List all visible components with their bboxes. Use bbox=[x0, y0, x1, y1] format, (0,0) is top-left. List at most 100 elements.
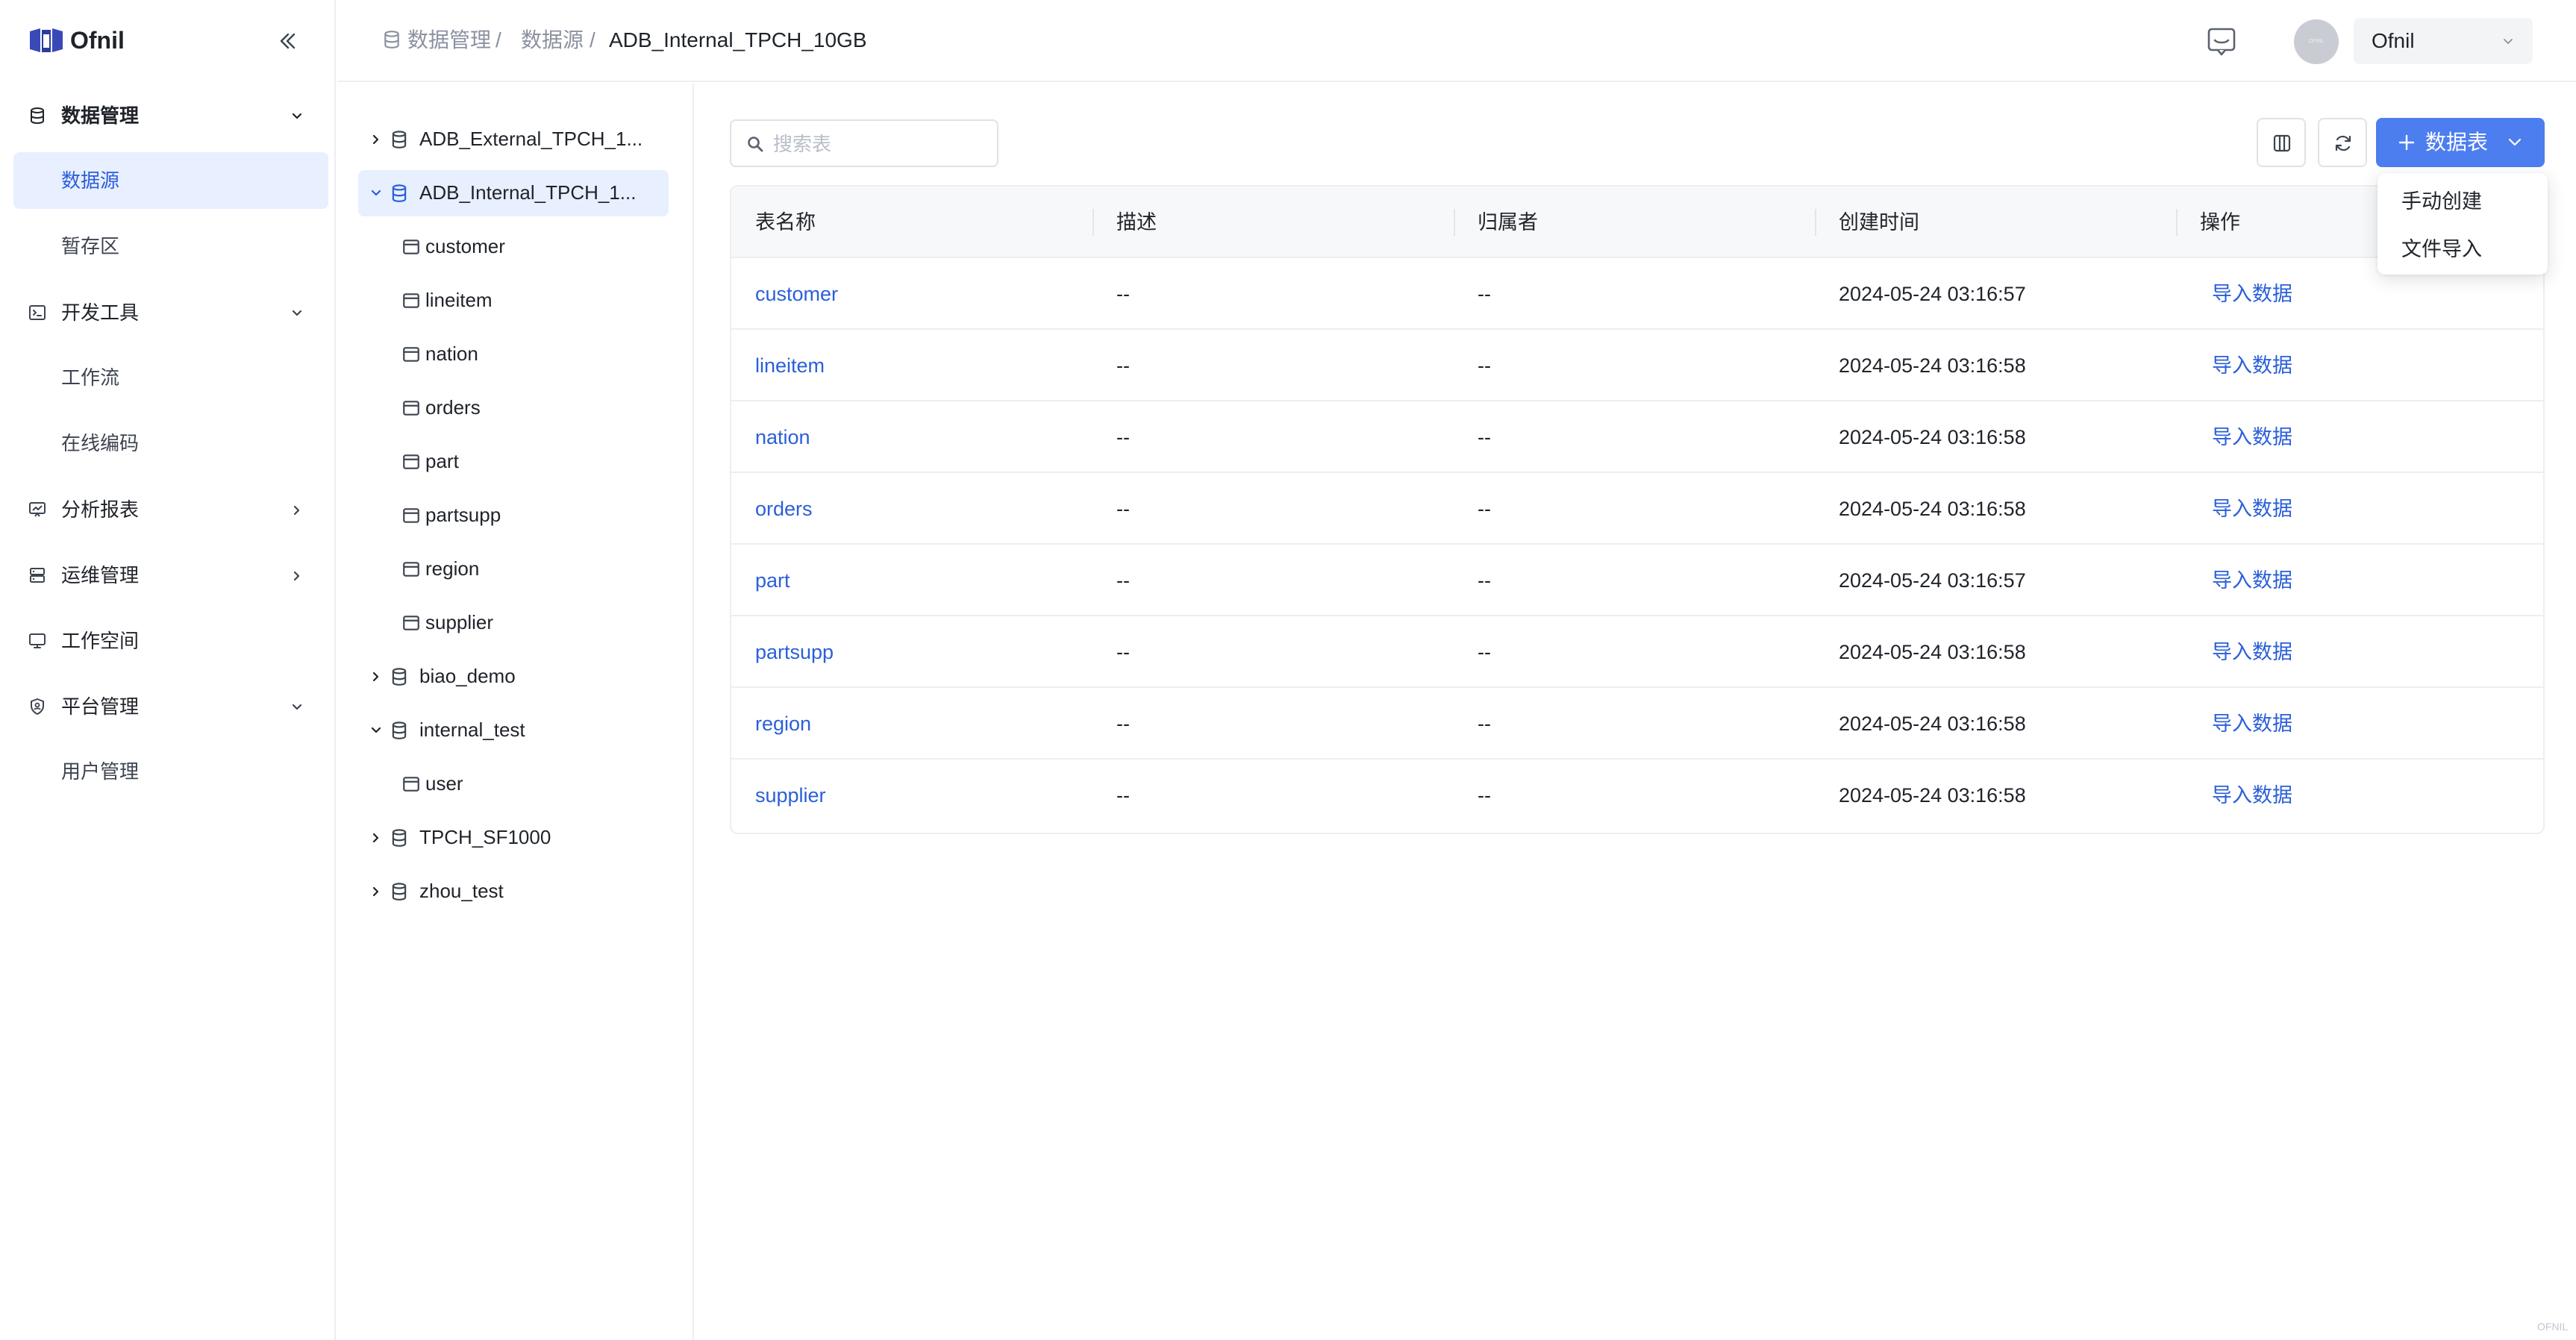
sidebar-item-staging[interactable]: 暂存区 bbox=[0, 213, 334, 279]
add-table-button[interactable]: 数据表 bbox=[2376, 118, 2545, 167]
import-data-link[interactable]: 导入数据 bbox=[2212, 639, 2292, 666]
ofnil-logo-icon bbox=[30, 28, 63, 52]
search-box[interactable] bbox=[730, 119, 998, 167]
tree-node-table[interactable]: supplier bbox=[358, 600, 672, 646]
columns-icon bbox=[2273, 134, 2291, 152]
database-icon bbox=[392, 668, 407, 686]
chevron-down-icon bbox=[292, 310, 302, 316]
tree-node-database[interactable]: biao_demo bbox=[358, 654, 672, 700]
table-icon bbox=[403, 347, 419, 362]
tree-node-table[interactable]: orders bbox=[358, 385, 672, 431]
tree-node-table[interactable]: region bbox=[358, 546, 672, 592]
top-header: 数据管理 / 数据源 / ADB_Internal_TPCH_10GB OFNI… bbox=[337, 0, 2576, 82]
menu-item-manual-create[interactable]: 手动创建 bbox=[2378, 179, 2548, 224]
sidebar-group-label: 工作空间 bbox=[61, 630, 140, 652]
cell-table-name[interactable]: supplier bbox=[755, 782, 826, 809]
tree-node-table[interactable]: nation bbox=[358, 331, 672, 378]
cell-description: -- bbox=[1116, 713, 1130, 735]
sidebar-item-datasource[interactable]: 数据源 bbox=[0, 148, 334, 213]
cell-description: -- bbox=[1116, 426, 1130, 448]
cell-table-name[interactable]: region bbox=[755, 710, 811, 737]
sidebar-group-platform[interactable]: 平台管理 bbox=[0, 673, 334, 739]
column-header-created: 创建时间 bbox=[1839, 211, 1919, 234]
sidebar-item-user-management[interactable]: 用户管理 bbox=[0, 739, 334, 804]
import-data-link[interactable]: 导入数据 bbox=[2212, 567, 2292, 594]
tree-node-table[interactable]: partsupp bbox=[358, 492, 672, 539]
import-data-link[interactable]: 导入数据 bbox=[2212, 424, 2292, 451]
chevron-right-icon[interactable] bbox=[369, 132, 384, 147]
chevron-down-icon[interactable] bbox=[369, 723, 384, 738]
chevron-right-icon bbox=[293, 571, 300, 581]
cell-description: -- bbox=[1116, 498, 1130, 520]
sidebar-menu: 数据管理 数据源 暂存区 开发工具 工作流 在线编码 分析报表 运维管理 工作空… bbox=[0, 82, 334, 804]
sidebar-group-ops[interactable]: 运维管理 bbox=[0, 542, 334, 607]
chevron-right-icon[interactable] bbox=[369, 669, 384, 684]
tree-node-database[interactable]: TPCH_SF1000 bbox=[358, 815, 672, 861]
table-row: customer -- -- 2024-05-24 03:16:57 导入数据 bbox=[731, 258, 2543, 330]
import-data-link[interactable]: 导入数据 bbox=[2212, 495, 2292, 522]
tree-node-label: TPCH_SF1000 bbox=[419, 826, 551, 848]
chevron-down-icon[interactable] bbox=[369, 186, 384, 201]
import-data-link[interactable]: 导入数据 bbox=[2212, 352, 2292, 379]
import-data-link[interactable]: 导入数据 bbox=[2212, 782, 2292, 809]
sidebar-item-label: 在线编码 bbox=[61, 432, 140, 454]
chevron-down-icon bbox=[2508, 138, 2522, 146]
tree-node-table[interactable]: lineitem bbox=[358, 278, 672, 324]
cell-table-name[interactable]: lineitem bbox=[755, 352, 825, 379]
sidebar-group-reports[interactable]: 分析报表 bbox=[0, 476, 334, 542]
cell-table-name[interactable]: partsupp bbox=[755, 639, 834, 666]
terminal-icon bbox=[29, 305, 46, 320]
user-dropdown[interactable]: Ofnil bbox=[2354, 18, 2533, 64]
sidebar-item-label: 用户管理 bbox=[61, 760, 140, 783]
sidebar-item-workflow[interactable]: 工作流 bbox=[0, 345, 334, 410]
cell-table-name[interactable]: orders bbox=[755, 495, 813, 522]
breadcrumb-separator: / bbox=[495, 28, 501, 51]
sidebar-item-online-coding[interactable]: 在线编码 bbox=[0, 410, 334, 476]
import-data-link[interactable]: 导入数据 bbox=[2212, 281, 2292, 307]
sidebar-group-workspace[interactable]: 工作空间 bbox=[0, 607, 334, 673]
search-input[interactable] bbox=[772, 130, 988, 158]
breadcrumb-data-management[interactable]: 数据管理 bbox=[407, 27, 491, 54]
tree-node-database[interactable]: ADB_External_TPCH_1... bbox=[358, 116, 672, 163]
tree-node-database[interactable]: zhou_test bbox=[358, 868, 672, 915]
cell-table-name[interactable]: part bbox=[755, 567, 790, 594]
tree-node-table[interactable]: part bbox=[358, 439, 672, 485]
avatar[interactable]: OFNIL bbox=[2294, 19, 2339, 64]
tree-node-table[interactable]: customer bbox=[358, 224, 672, 270]
cell-owner: -- bbox=[1478, 426, 1491, 448]
chevron-right-icon[interactable] bbox=[369, 830, 384, 845]
tree-node-label: user bbox=[425, 772, 463, 795]
tree-node-database[interactable]: internal_test bbox=[358, 707, 672, 754]
cell-table-name[interactable]: customer bbox=[755, 281, 838, 307]
sidebar-group-dev-tools[interactable]: 开发工具 bbox=[0, 279, 334, 345]
plus-icon bbox=[2398, 134, 2415, 151]
chevron-down-icon bbox=[292, 113, 302, 119]
breadcrumb-datasource[interactable]: 数据源 bbox=[521, 27, 584, 54]
cell-created-time: 2024-05-24 03:16:58 bbox=[1839, 713, 2026, 735]
add-table-dropdown-menu: 手动创建 文件导入 bbox=[2378, 173, 2548, 275]
tree-node-database[interactable]: ADB_Internal_TPCH_1... bbox=[358, 170, 672, 216]
chevron-right-icon[interactable] bbox=[369, 884, 384, 899]
message-icon[interactable] bbox=[2203, 22, 2240, 60]
tree-node-label: part bbox=[425, 450, 459, 472]
table-row: partsupp -- -- 2024-05-24 03:16:58 导入数据 bbox=[731, 616, 2543, 688]
tree-node-label: partsupp bbox=[425, 504, 501, 526]
database-icon bbox=[392, 829, 407, 847]
tree-node-table[interactable]: user bbox=[358, 761, 672, 807]
table-header: 表名称 描述 归属者 创建时间 操作 bbox=[731, 187, 2543, 258]
table-icon bbox=[403, 239, 419, 254]
column-settings-button[interactable] bbox=[2257, 118, 2306, 167]
import-data-link[interactable]: 导入数据 bbox=[2212, 710, 2292, 737]
collapse-sidebar-icon[interactable] bbox=[273, 27, 301, 55]
server-icon bbox=[30, 568, 45, 583]
refresh-button[interactable] bbox=[2318, 118, 2367, 167]
monitor-icon bbox=[29, 633, 46, 648]
menu-item-file-import[interactable]: 文件导入 bbox=[2378, 227, 2548, 272]
cell-created-time: 2024-05-24 03:16:57 bbox=[1839, 569, 2026, 592]
database-icon bbox=[31, 107, 44, 125]
cell-description: -- bbox=[1116, 641, 1130, 663]
cell-owner: -- bbox=[1478, 569, 1491, 592]
app-name: Ofnil bbox=[70, 27, 125, 54]
cell-table-name[interactable]: nation bbox=[755, 424, 810, 451]
sidebar-group-data-management[interactable]: 数据管理 bbox=[0, 82, 334, 148]
